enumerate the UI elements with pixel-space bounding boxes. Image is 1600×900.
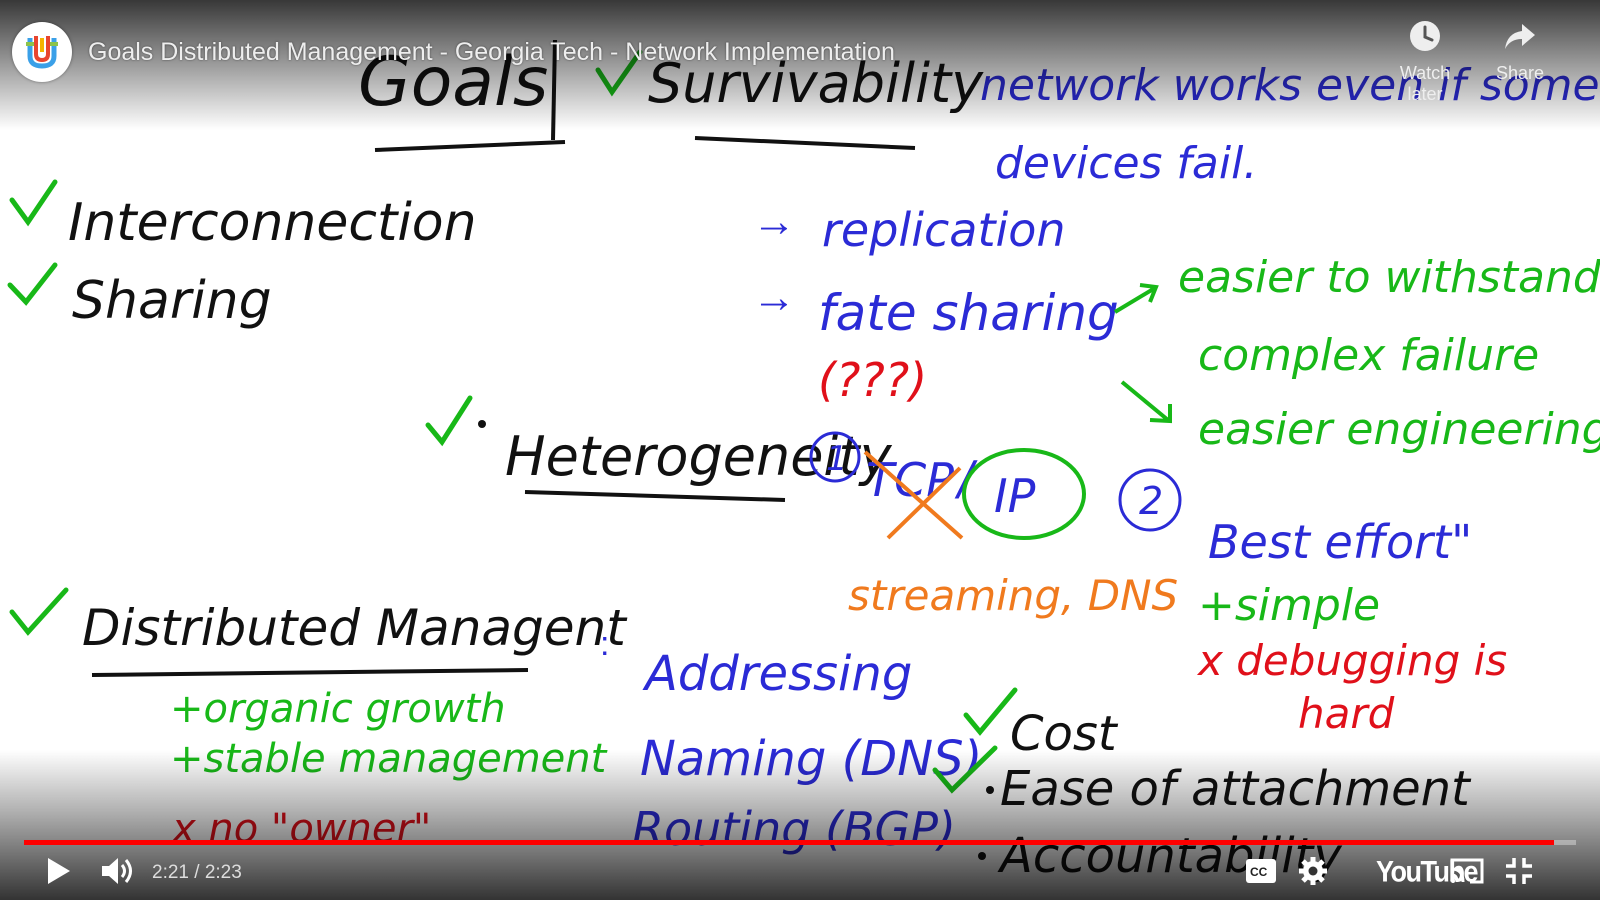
wb-number-2: 2 [1139, 479, 1163, 523]
wb-replication: replication [822, 203, 1066, 257]
volume-button[interactable] [100, 856, 136, 891]
wb-fate-sharing: fate sharing [818, 284, 1119, 342]
clock-icon [1410, 21, 1440, 51]
cc-icon: CC [1246, 859, 1276, 883]
wb-apps: streaming, DNS [848, 571, 1178, 620]
settings-button[interactable] [1298, 856, 1328, 891]
wb-best-effort: Best effort" [1208, 515, 1472, 569]
arrow-down-right-icon [1120, 380, 1172, 424]
wb-benefit: easier to withstand [1178, 252, 1600, 303]
svg-text:CC: CC [1250, 865, 1268, 879]
exit-fullscreen-icon [1506, 858, 1532, 884]
wb-ip: IP [994, 469, 1036, 523]
wb-tcp: TCP [866, 453, 954, 507]
wb-cost: Cost [1010, 706, 1119, 762]
progress-bar[interactable] [24, 840, 1576, 845]
time-display: 2:21 / 2:23 [152, 862, 242, 884]
wb-heterogeneity-underline [524, 490, 786, 502]
check-icon [9, 587, 69, 636]
wb-minus-owner: x no "owner" [170, 806, 431, 852]
watch-later-button[interactable]: Watch later [1385, 18, 1465, 105]
share-arrow-icon [1505, 24, 1535, 49]
arrow-right-icon: → [752, 273, 796, 322]
wb-benefit: complex failure [1198, 330, 1539, 381]
arrow-up-right-icon [1113, 283, 1159, 314]
wb-goal-interconnection: Interconnection [68, 193, 477, 253]
check-icon [7, 262, 58, 306]
wb-survivability-desc: devices fail. [995, 138, 1257, 189]
wb-minus-hard: hard [1298, 689, 1395, 738]
wb-accountability: Accountability [997, 828, 1342, 884]
wb-goals-underline [374, 140, 566, 152]
captions-button[interactable]: CC [1245, 858, 1277, 889]
play-button[interactable] [44, 856, 72, 891]
bullet-dot [986, 786, 994, 794]
progress-played [24, 840, 1555, 845]
share-button[interactable]: Share [1480, 18, 1560, 84]
watch-later-label: Watch later [1399, 63, 1451, 104]
check-icon [9, 179, 58, 227]
wb-plus-simple: +simple [1198, 580, 1380, 631]
volume-icon [102, 858, 132, 884]
current-time: 2:21 [152, 862, 189, 883]
wb-number-1: 1 [826, 439, 848, 479]
wb-routing: Routing (BGP) [632, 802, 956, 856]
check-icon [963, 687, 1018, 736]
video-player[interactable]: Goals Interconnection Sharing Survivabil… [0, 0, 1600, 900]
video-frame[interactable]: Goals Interconnection Sharing Survivabil… [0, 0, 1600, 900]
time-separator: / [188, 862, 205, 883]
wb-question-marks: (???) [818, 353, 927, 407]
cast-icon [1450, 858, 1484, 884]
play-icon [48, 858, 70, 884]
wb-colon: : [600, 625, 609, 663]
channel-avatar[interactable] [12, 22, 72, 82]
wb-minus-debugging: x debugging is [1196, 636, 1507, 685]
duration: 2:23 [204, 862, 242, 883]
share-label: Share [1495, 63, 1545, 83]
udacity-logo-icon [26, 36, 58, 69]
cast-button[interactable] [1450, 857, 1484, 890]
bullet-dot [978, 852, 986, 860]
wb-ease-of-attachment: Ease of attachment [1000, 761, 1472, 817]
bullet-dot [478, 420, 486, 428]
wb-survivability-underline [694, 136, 916, 150]
wb-plus-stable: +stable management [170, 736, 608, 782]
wb-distributed-label: Distributed Managent [82, 599, 628, 657]
wb-benefit: easier engineering [1198, 404, 1600, 455]
wb-addressing: Addressing [642, 646, 912, 702]
arrow-right-icon: → [752, 197, 796, 246]
wb-naming: Naming (DNS) [640, 731, 982, 787]
check-icon [425, 395, 473, 447]
gear-icon [1299, 857, 1327, 885]
exit-fullscreen-button[interactable] [1504, 856, 1534, 891]
wb-plus-organic: +organic growth [170, 686, 506, 732]
wb-distributed-underline [91, 668, 529, 677]
video-title[interactable]: Goals Distributed Management - Georgia T… [88, 38, 895, 67]
wb-goal-sharing: Sharing [72, 271, 272, 331]
